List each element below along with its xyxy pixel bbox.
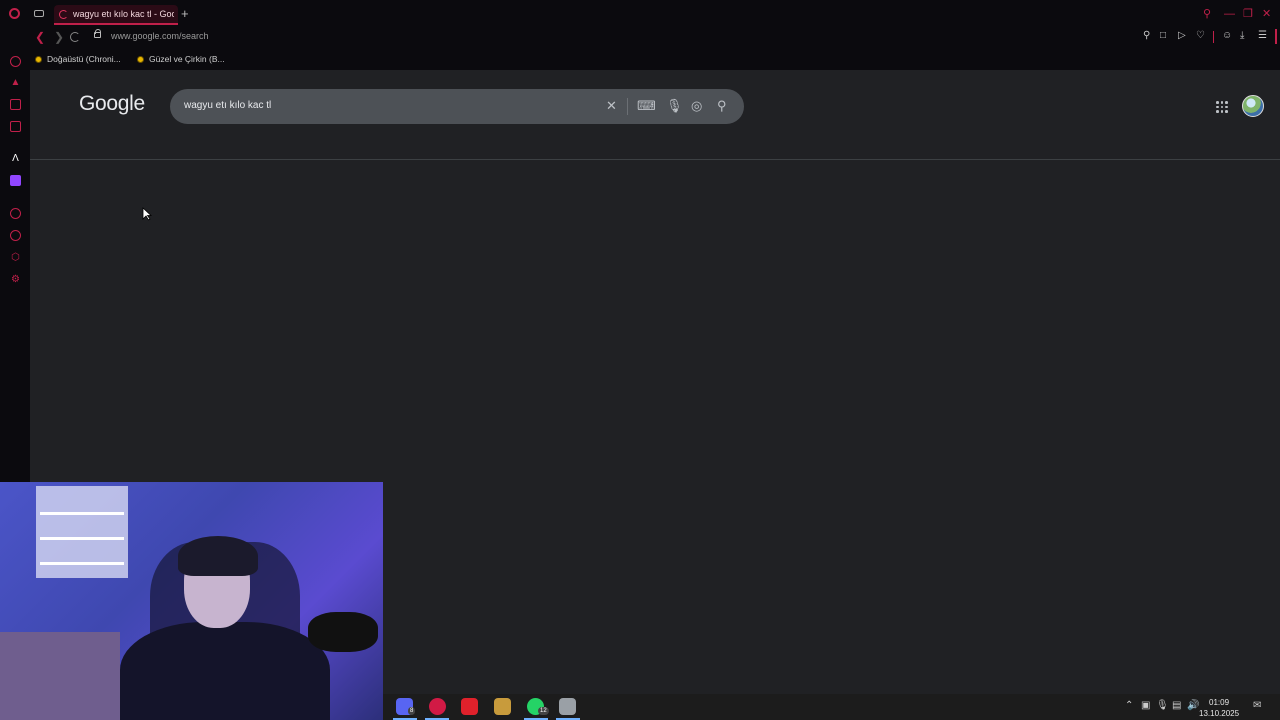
account-avatar[interactable] <box>1242 95 1264 117</box>
twitch-icon[interactable] <box>10 175 21 186</box>
tab-title: wagyu etı kılo kac tl - Goo <box>73 9 174 19</box>
snapshot-icon[interactable]: □ <box>1160 30 1166 42</box>
loading-spinner-icon <box>59 10 68 19</box>
lens-icon[interactable]: ◎ <box>691 97 702 115</box>
heart-icon[interactable]: ♡ <box>1196 30 1205 42</box>
shelf-row <box>40 562 124 565</box>
league-of-legends-icon[interactable] <box>494 698 511 715</box>
player-icon[interactable] <box>10 208 21 219</box>
tab-search-icon[interactable] <box>34 10 44 17</box>
apps-grid-icon[interactable] <box>1216 101 1228 113</box>
bookmark-favicon-icon <box>137 56 144 63</box>
mouse-cursor-icon <box>142 207 152 221</box>
pin-icon[interactable]: ⚲ <box>1143 30 1150 42</box>
keyboard-icon[interactable]: ⌨ <box>637 97 656 115</box>
account-icon[interactable]: ☺ <box>1222 30 1232 42</box>
menu-icon[interactable]: ☰ <box>1258 30 1267 42</box>
red-app-icon[interactable] <box>461 698 478 715</box>
person-hair <box>178 536 258 576</box>
gx-control-icon[interactable] <box>10 56 21 67</box>
whatsapp-badge: 12 <box>538 707 549 715</box>
extensions-icon[interactable]: ⬡ <box>10 252 21 263</box>
shield-app-icon[interactable] <box>559 698 576 715</box>
download-icon[interactable]: ⤓ <box>1240 30 1244 42</box>
url-field[interactable]: www.google.com/search <box>111 31 209 41</box>
browser-sidebar: ▲ Λ ⬡ ⚙ <box>0 56 30 482</box>
search-input[interactable]: wagyu etı kılo kac tl <box>184 100 271 111</box>
aria-icon[interactable]: Λ <box>10 153 21 164</box>
toolbar-divider <box>1213 31 1214 43</box>
show-hidden-icons-icon[interactable]: ⌃ <box>1125 700 1133 712</box>
settings-gear-icon[interactable]: ⚙ <box>10 274 21 285</box>
webcam-overlay <box>0 482 383 720</box>
network-icon[interactable]: ▤ <box>1172 700 1181 712</box>
microphone-tray-icon[interactable]: 🎙 <box>1156 700 1169 712</box>
clock-date: 13.10.2025 <box>1199 709 1240 718</box>
active-tab[interactable]: wagyu etı kılo kac tl - Goo <box>54 5 178 25</box>
address-bar-row: ❮ ❯ www.google.com/search ⚲ □ ▷ ♡ ☺ ⤓ ☰ <box>0 28 1280 46</box>
microphone <box>308 612 378 652</box>
game-icon[interactable] <box>10 121 21 132</box>
stop-loading-icon[interactable] <box>70 32 80 42</box>
clock-time: 01:09 <box>1209 698 1230 707</box>
windows-taskbar: 8 12 ⌃ ▣ 🎙 ▤ 🔊 01:09 13.10.2025 ✉ <box>383 694 1280 720</box>
bookmark-item[interactable]: Güzel ve Çirkin (B... <box>137 54 225 64</box>
back-button[interactable]: ❮ <box>35 31 45 43</box>
discord-badge: 8 <box>408 707 416 715</box>
clear-icon[interactable]: ✕ <box>606 97 617 115</box>
bookmark-item[interactable]: Doğaüstü (Chroni... <box>35 54 121 64</box>
notifications-icon[interactable]: ✉ <box>1253 700 1261 712</box>
tab-strip: wagyu etı kılo kac tl - Goo + ⚲ — ❐ ✕ <box>0 0 1280 28</box>
play-icon[interactable]: ▷ <box>1178 30 1186 42</box>
header-divider <box>30 159 1280 160</box>
new-tab-button[interactable]: + <box>181 6 189 22</box>
bookmark-favicon-icon <box>35 56 42 63</box>
gx-corner-icon[interactable]: ▲ <box>10 77 21 88</box>
lock-icon[interactable] <box>94 29 101 38</box>
bookmarks-bar: Doğaüstü (Chroni... Güzel ve Çirkin (B..… <box>0 46 1280 70</box>
maximize-button[interactable]: ❐ <box>1243 7 1253 21</box>
search-divider <box>627 98 628 115</box>
opera-logo-icon[interactable] <box>9 8 20 19</box>
sidebar-toggle[interactable] <box>1275 29 1277 44</box>
google-logo[interactable]: Google <box>79 92 145 116</box>
history-icon[interactable] <box>10 230 21 241</box>
volume-icon[interactable]: 🔊 <box>1187 700 1199 712</box>
close-window-button[interactable]: ✕ <box>1262 7 1271 21</box>
search-box[interactable]: wagyu etı kılo kac tl ✕ ⌨ 🎙 ◎ ⚲ <box>170 89 744 124</box>
search-tabs-icon[interactable]: ⚲ <box>1203 7 1211 21</box>
minimize-button[interactable]: — <box>1224 7 1235 21</box>
couch <box>0 632 120 720</box>
forward-button[interactable]: ❯ <box>54 31 64 43</box>
system-clock[interactable]: 01:09 13.10.2025 <box>1199 697 1239 719</box>
news-icon[interactable] <box>10 99 21 110</box>
shelf-row <box>40 537 124 540</box>
search-icon[interactable]: ⚲ <box>717 97 727 115</box>
shelf-row <box>40 512 124 515</box>
opera-gx-icon[interactable] <box>429 698 446 715</box>
tray-app-icon[interactable]: ▣ <box>1141 700 1150 712</box>
person-body <box>120 622 330 720</box>
mic-icon[interactable]: 🎙 <box>666 97 683 115</box>
